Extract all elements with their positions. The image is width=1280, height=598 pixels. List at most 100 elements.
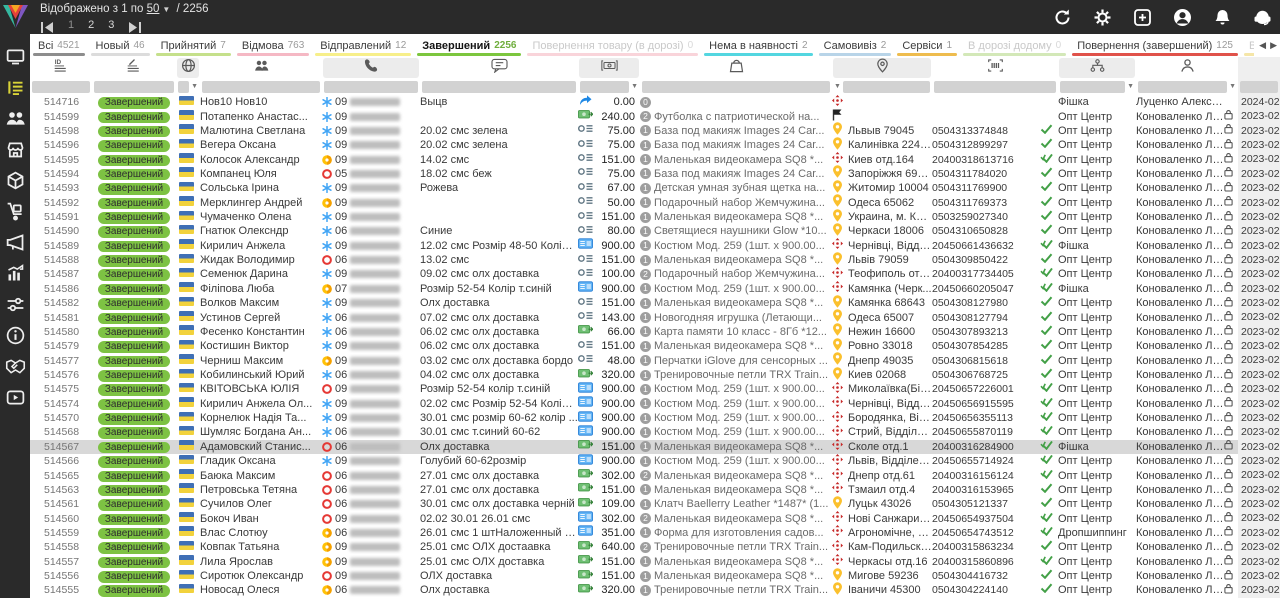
filter-input-6[interactable] bbox=[580, 81, 629, 93]
status-badge[interactable]: Завершений bbox=[98, 585, 170, 597]
status-badge[interactable]: Завершений bbox=[98, 140, 170, 152]
filter-input-11[interactable] bbox=[1138, 81, 1227, 93]
status-badge[interactable]: Завершений bbox=[98, 241, 170, 253]
filter-input-4[interactable] bbox=[324, 81, 418, 93]
page-1[interactable]: 1 bbox=[68, 19, 74, 31]
table-row-514577[interactable]: 514577ЗавершенийЧерниш Максим0903.02 смс… bbox=[30, 353, 1280, 367]
table-row-514576[interactable]: 514576ЗавершенийКобилинський Юрий0604.02… bbox=[30, 368, 1280, 382]
table-row-514566[interactable]: 514566ЗавершенийГладик Оксана09Голубий 6… bbox=[30, 454, 1280, 468]
filter-dropdown-icon[interactable]: ▼ bbox=[191, 81, 198, 93]
status-badge[interactable]: Завершений bbox=[98, 97, 170, 109]
table-row-514575[interactable]: 514575ЗавершенийКВІТОВСЬКА ЮЛІЯ09Розмір … bbox=[30, 382, 1280, 396]
filter-dropdown-icon[interactable]: ▼ bbox=[1229, 81, 1236, 93]
table-row-514596[interactable]: 514596ЗавершенийВегера Оксана0920.02 смс… bbox=[30, 138, 1280, 152]
column-header-pin-icon[interactable] bbox=[833, 58, 931, 78]
sidebar-item-dashboard[interactable] bbox=[5, 46, 26, 67]
table-row-514591[interactable]: 514591ЗавершенийЧумаченко Олена09151.001… bbox=[30, 210, 1280, 224]
table-row-514561[interactable]: 514561ЗавершенийСучилов Олег0630.01 смс … bbox=[30, 497, 1280, 511]
status-badge[interactable]: Завершений bbox=[98, 456, 170, 468]
column-header-date[interactable] bbox=[1238, 57, 1280, 78]
first-page-button[interactable] bbox=[40, 20, 54, 31]
table-row-514565[interactable]: 514565ЗавершенийБаюка Максим0627.01 смс … bbox=[30, 468, 1280, 482]
column-header-globe-icon[interactable] bbox=[177, 58, 199, 78]
page-2[interactable]: 2 bbox=[88, 19, 94, 31]
status-badge[interactable]: Завершений bbox=[98, 356, 170, 368]
filter-input-3[interactable] bbox=[202, 81, 320, 93]
column-header-barcode-icon[interactable] bbox=[933, 58, 1057, 78]
app-logo-icon[interactable] bbox=[2, 3, 29, 30]
sidebar-item-clients[interactable] bbox=[5, 108, 26, 129]
table-row-514588[interactable]: 514588ЗавершенийЖидак Володимир0613.02 с… bbox=[30, 253, 1280, 267]
status-badge[interactable]: Завершений bbox=[98, 499, 170, 511]
table-row-514559[interactable]: 514559ЗавершенийВлас Слотюу0626.01 смс 1… bbox=[30, 526, 1280, 540]
table-row-514598[interactable]: 514598ЗавершенийМалютина Светлана0920.02… bbox=[30, 124, 1280, 138]
column-header-phone-icon[interactable] bbox=[323, 58, 419, 78]
status-badge[interactable]: Завершений bbox=[98, 313, 170, 325]
table-row-514579[interactable]: 514579ЗавершенийКостишин Виктор0906.02 с… bbox=[30, 339, 1280, 353]
tab-відмова[interactable]: Відмова763 bbox=[234, 34, 312, 57]
status-badge[interactable]: Завершений bbox=[98, 413, 170, 425]
status-badge[interactable]: Завершений bbox=[98, 126, 170, 138]
table-row-514568[interactable]: 514568ЗавершенийШумляс Богдана Ан...0630… bbox=[30, 425, 1280, 439]
tab-завершений[interactable]: Завершений2256 bbox=[414, 34, 524, 57]
table-row-514589[interactable]: 514589ЗавершенийКирилич Анжела0912.02 см… bbox=[30, 239, 1280, 253]
refresh-icon[interactable] bbox=[1053, 8, 1072, 27]
table-row-514582[interactable]: 514582ЗавершенийВолков Максим09Олх доста… bbox=[30, 296, 1280, 310]
status-badge[interactable]: Завершений bbox=[98, 284, 170, 296]
status-badge[interactable]: Завершений bbox=[98, 298, 170, 310]
status-badge[interactable]: Завершений bbox=[98, 169, 170, 181]
filter-input-10[interactable] bbox=[1060, 81, 1125, 93]
filter-input-0[interactable] bbox=[32, 81, 90, 93]
sidebar-item-integrations[interactable] bbox=[5, 294, 26, 315]
table-row-514593[interactable]: 514593ЗавершенийСольська Ірина09Рожева67… bbox=[30, 181, 1280, 195]
tab-сервіси[interactable]: Сервіси1 bbox=[894, 34, 960, 57]
table-row-514594[interactable]: 514594ЗавершенийКомпанец Юля0518.02 смс … bbox=[30, 167, 1280, 181]
filter-input-2[interactable] bbox=[178, 81, 189, 93]
status-badge[interactable]: Завершений bbox=[98, 370, 170, 382]
tab-новый[interactable]: Новый46 bbox=[88, 34, 153, 57]
table-row-514557[interactable]: 514557ЗавершенийЛила Ярослав0925.01 смс … bbox=[30, 555, 1280, 569]
table-row-514574[interactable]: 514574ЗавершенийКирилич Анжела Ол...0902… bbox=[30, 397, 1280, 411]
filter-input-5[interactable] bbox=[422, 81, 576, 93]
filter-input-1[interactable] bbox=[94, 81, 174, 93]
table-row-514581[interactable]: 514581ЗавершенийУстинов Сергей0607.02 см… bbox=[30, 310, 1280, 324]
tab-самовивіз[interactable]: Самовивіз2 bbox=[816, 34, 895, 57]
headset-icon[interactable] bbox=[1253, 8, 1272, 27]
table-row-514586[interactable]: 514586ЗавершенийФіліпова Люба07Розмір 52… bbox=[30, 282, 1280, 296]
page-3[interactable]: 3 bbox=[108, 19, 114, 31]
column-header-money-icon[interactable] bbox=[579, 58, 639, 78]
filter-input-12[interactable] bbox=[1240, 81, 1278, 93]
status-badge[interactable]: Завершений bbox=[98, 155, 170, 167]
status-badge[interactable]: Завершений bbox=[98, 442, 170, 454]
status-badge[interactable]: Завершений bbox=[98, 327, 170, 339]
status-badge[interactable]: Завершений bbox=[98, 384, 170, 396]
tab-повернення-товару-в-дорозі-[interactable]: Повернення товару (в дорозі)0 bbox=[524, 34, 701, 57]
status-badge[interactable]: Завершений bbox=[98, 557, 170, 569]
status-badge[interactable]: Завершений bbox=[98, 212, 170, 224]
status-badge[interactable]: Завершений bbox=[98, 112, 170, 124]
sidebar-item-store[interactable] bbox=[5, 139, 26, 160]
gear-icon[interactable] bbox=[1093, 8, 1112, 27]
table-row-514555[interactable]: 514555ЗавершенийНовосад Олеся06Олх доста… bbox=[30, 583, 1280, 597]
last-page-button[interactable] bbox=[128, 20, 142, 31]
table-row-514716[interactable]: 514716ЗавершенийНов10 Нов1009Выцв0.000Фі… bbox=[30, 95, 1280, 109]
tab-scroll-left-icon[interactable]: ◀ bbox=[1259, 40, 1266, 51]
table-row-514567[interactable]: 514567ЗавершенийАдамовский Станис...06Ол… bbox=[30, 440, 1280, 454]
table-row-514558[interactable]: 514558ЗавершенийКовпак Татьяна0925.01 см… bbox=[30, 540, 1280, 554]
filter-dropdown-icon[interactable]: ▼ bbox=[1127, 81, 1134, 93]
column-header-hierarchy-icon[interactable] bbox=[1059, 58, 1135, 78]
status-badge[interactable]: Завершений bbox=[98, 528, 170, 540]
add-box-icon[interactable] bbox=[1133, 8, 1152, 27]
filter-input-7[interactable] bbox=[642, 81, 830, 93]
sidebar-item-orders[interactable] bbox=[5, 77, 26, 98]
per-page-dropdown[interactable]: 50 bbox=[147, 3, 160, 15]
table-row-514570[interactable]: 514570ЗавершенийКорнелюк Надія Та...0930… bbox=[30, 411, 1280, 425]
table-row-514560[interactable]: 514560ЗавершенийБокоч Иван0902.02 30.01 … bbox=[30, 511, 1280, 525]
filter-input-9[interactable] bbox=[934, 81, 1056, 93]
column-header-id-icon[interactable]: ID bbox=[31, 58, 91, 78]
table-row-514563[interactable]: 514563ЗавершенийПетровська Тетяна0627.01… bbox=[30, 483, 1280, 497]
tab-прийнятий[interactable]: Прийнятий7 bbox=[153, 34, 234, 57]
tab-нема-в-наявності[interactable]: Нема в наявності2 bbox=[701, 34, 815, 57]
table-row-514587[interactable]: 514587ЗавершенийСеменюк Дарина0909.02 см… bbox=[30, 267, 1280, 281]
filter-input-8[interactable] bbox=[843, 81, 930, 93]
